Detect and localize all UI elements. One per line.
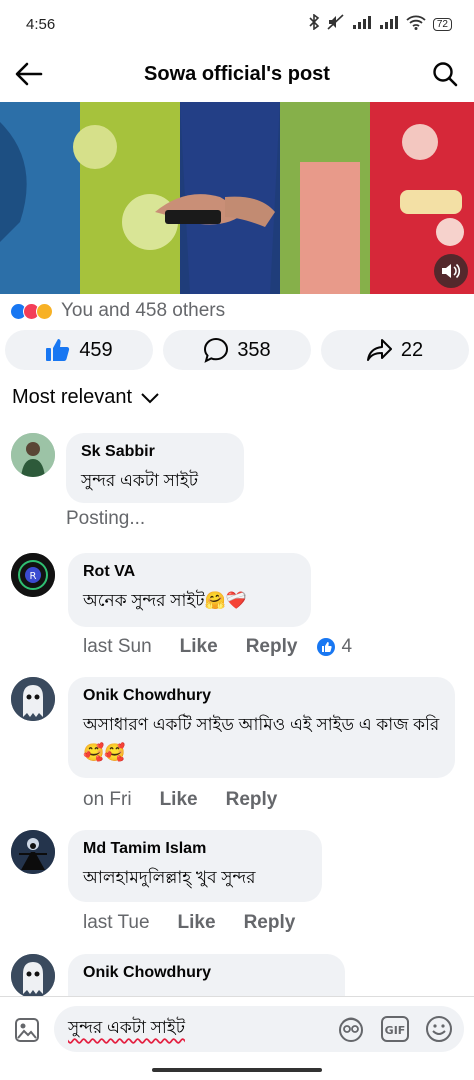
avatar[interactable]: [11, 677, 55, 721]
like-comment-button[interactable]: Like: [178, 912, 216, 934]
comment-composer: সুন্দর একটা সাইট GIF: [0, 996, 474, 1062]
comment-author[interactable]: Onik Chowdhury: [83, 964, 330, 982]
battery-indicator: 72: [432, 17, 452, 31]
reply-comment-button[interactable]: Reply: [244, 912, 296, 934]
back-arrow-icon[interactable]: [14, 59, 44, 89]
status-bar: 4:56 72: [0, 0, 474, 48]
share-icon: [366, 339, 392, 361]
status-icons: 72: [308, 13, 452, 34]
comment-author[interactable]: Rot VA: [83, 563, 296, 581]
like-comment-button[interactable]: Like: [180, 636, 218, 658]
emoji-icon[interactable]: [424, 1014, 454, 1044]
comment-text: আলহামদুলিল্লাহ্‌ খুব সুন্দর: [83, 868, 256, 887]
wifi-icon: [406, 15, 426, 34]
share-count: 22: [400, 338, 424, 361]
signal-icon: [352, 15, 372, 33]
signal-icon-2: [379, 15, 399, 33]
svg-text:GIF: GIF: [385, 1024, 406, 1037]
reactions-text: You and 458 others: [61, 300, 226, 321]
comment-sort-dropdown[interactable]: Most relevant: [12, 386, 160, 409]
mute-icon: [327, 14, 345, 34]
status-time: 4:56: [26, 15, 56, 33]
avatar-sticker-icon[interactable]: [336, 1014, 366, 1044]
reactions-summary[interactable]: You and 458 others: [10, 296, 225, 326]
comment-time: on Fri: [83, 789, 132, 810]
video-frame: [0, 102, 474, 294]
share-button[interactable]: 22: [321, 330, 469, 370]
thumbs-up-icon: [46, 339, 70, 361]
like-comment-button[interactable]: Like: [160, 789, 198, 811]
comment-author[interactable]: Sk Sabbir: [81, 443, 229, 461]
comment-icon: [204, 337, 229, 363]
comment-author[interactable]: Md Tamim Islam: [83, 840, 307, 858]
posting-status: Posting...: [66, 508, 146, 529]
chevron-down-icon: [141, 392, 159, 403]
comment-author[interactable]: Onik Chowdhury: [83, 687, 440, 705]
like-reaction-icon: [317, 638, 336, 656]
haha-reaction-icon: [36, 302, 53, 320]
comment-input[interactable]: সুন্দর একটা সাইট GIF: [54, 1006, 464, 1052]
avatar[interactable]: [11, 830, 55, 874]
svg-text:R: R: [30, 571, 37, 582]
comment-text: অনেক সুন্দর সাইট🤗❤️‍🩹: [83, 591, 247, 610]
avatar[interactable]: [11, 954, 55, 998]
page-title: Sowa official's post: [144, 62, 330, 85]
comment-meta: last Tue Like Reply: [83, 912, 295, 934]
reaction-icons: [10, 302, 53, 320]
composer-tools: GIF: [336, 1014, 454, 1044]
post-header: Sowa official's post: [0, 48, 474, 100]
comment-bubble: Sk Sabbir সুন্দর একটা সাইট: [66, 433, 244, 503]
avatar[interactable]: [11, 433, 55, 477]
comment-text: অসাধারণ একটি সাইড আমিও এই সাইড এ কাজ করি…: [83, 715, 440, 762]
like-button[interactable]: 459: [5, 330, 153, 370]
post-actions: 459 358 22: [5, 330, 469, 370]
comment-bubble: Onik Chowdhury অসাধারণ একটি সাইড আমিও এই…: [68, 677, 455, 778]
comment-button[interactable]: 358: [163, 330, 311, 370]
comment-status: Posting...: [66, 508, 145, 530]
avatar[interactable]: R: [11, 553, 55, 597]
comment-input-text: সুন্দর একটা সাইট: [68, 1018, 185, 1037]
like-count: 459: [79, 338, 113, 361]
comment-like-count[interactable]: 4: [317, 636, 352, 658]
comment-meta: last Sun Like Reply 4: [83, 636, 352, 658]
bluetooth-icon: [308, 13, 320, 34]
comment-time: last Sun: [83, 636, 152, 657]
comment-text: সুন্দর একটা সাইট: [81, 471, 198, 490]
gif-icon[interactable]: GIF: [380, 1014, 410, 1044]
reply-comment-button[interactable]: Reply: [246, 636, 298, 658]
comment-like-number: 4: [341, 636, 353, 657]
comment-count: 358: [237, 338, 271, 361]
comment-meta: on Fri Like Reply: [83, 789, 277, 811]
comment-bubble: Md Tamim Islam আলহামদুলিল্লাহ্‌ খুব সুন্…: [68, 830, 322, 902]
photo-icon[interactable]: [12, 1015, 42, 1045]
reply-comment-button[interactable]: Reply: [226, 789, 278, 811]
home-indicator[interactable]: [152, 1068, 322, 1072]
system-nav-bar: [0, 1062, 474, 1080]
sort-label: Most relevant: [12, 386, 133, 408]
comment-time: last Tue: [83, 912, 150, 933]
post-video[interactable]: [0, 102, 474, 294]
volume-icon[interactable]: [434, 254, 468, 288]
search-icon[interactable]: [430, 59, 460, 89]
comment-bubble: Rot VA অনেক সুন্দর সাইট🤗❤️‍🩹: [68, 553, 311, 627]
